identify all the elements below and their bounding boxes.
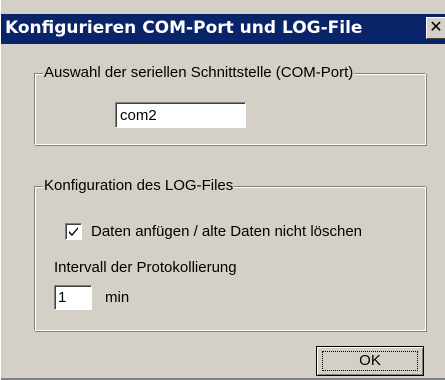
interval-input[interactable] — [54, 285, 92, 310]
config-dialog: Konfigurieren COM-Port und LOG-File ✕ Au… — [0, 0, 445, 380]
ok-button[interactable]: OK — [316, 346, 424, 376]
interval-unit-label: min — [105, 289, 130, 306]
log-file-group-label: Konfiguration des LOG-Files — [43, 177, 235, 195]
com-port-group-label: Auswahl der seriellen Schnittstelle (COM… — [43, 64, 355, 82]
com-port-input[interactable] — [115, 102, 246, 128]
append-data-label: Daten anfügen / alte Daten nicht löschen — [91, 223, 363, 240]
log-file-group: Konfiguration des LOG-Files Daten anfüge… — [34, 177, 426, 331]
close-icon: ✕ — [429, 17, 443, 36]
title-bar[interactable]: Konfigurieren COM-Port und LOG-File ✕ — [1, 14, 445, 44]
ok-button-label: OK — [359, 352, 381, 369]
close-button[interactable]: ✕ — [426, 17, 445, 39]
checkmark-icon — [69, 227, 78, 236]
window-title: Konfigurieren COM-Port und LOG-File — [5, 18, 363, 38]
interval-label: Intervall der Protokollierung — [54, 259, 237, 276]
com-port-group: Auswahl der seriellen Schnittstelle (COM… — [34, 64, 426, 145]
append-data-checkbox[interactable] — [65, 223, 82, 240]
